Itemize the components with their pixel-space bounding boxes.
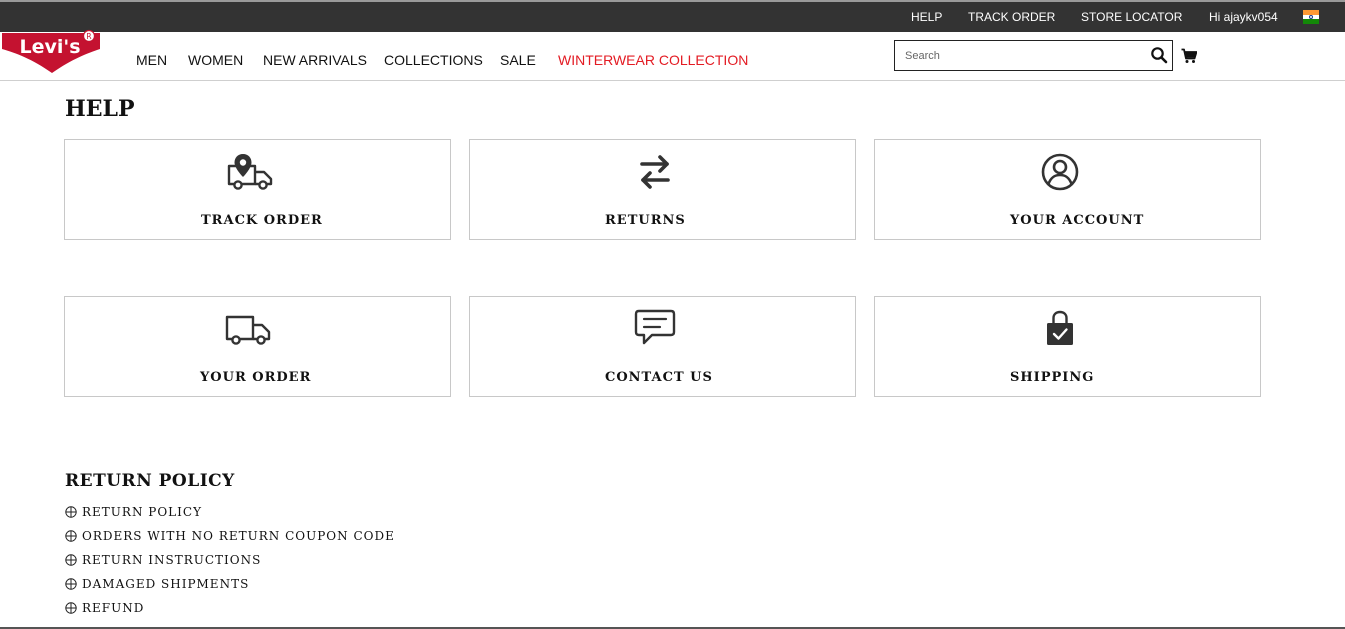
- help-card-your-order[interactable]: YOUR ORDER: [64, 296, 451, 397]
- nav-item-men[interactable]: MEN: [136, 44, 167, 76]
- expand-plus-icon: [65, 602, 77, 614]
- policy-item-label: REFUND: [82, 601, 145, 615]
- logo-text: Levi's: [19, 36, 80, 58]
- india-flag-icon[interactable]: [1303, 10, 1319, 24]
- policy-item-label: ORDERS WITH NO RETURN COUPON CODE: [82, 529, 395, 543]
- expand-plus-icon: [65, 554, 77, 566]
- utility-link-help[interactable]: HELP: [911, 2, 942, 32]
- card-label: RETURNS: [605, 213, 686, 228]
- page-title: HELP: [65, 96, 135, 122]
- policy-item-label: RETURN POLICY: [82, 505, 202, 519]
- nav-item-winterwear-collection[interactable]: WINTERWEAR COLLECTION: [558, 44, 748, 76]
- help-card-your-account[interactable]: YOUR ACCOUNT: [874, 139, 1261, 240]
- expand-plus-icon: [65, 530, 77, 542]
- shopping-bag-check-icon: [1047, 310, 1073, 345]
- shopping-cart-icon[interactable]: [1181, 48, 1197, 64]
- policy-item-return-instructions[interactable]: RETURN INSTRUCTIONS: [65, 551, 261, 569]
- policy-item-return-policy[interactable]: RETURN POLICY: [65, 503, 202, 521]
- expand-plus-icon: [65, 578, 77, 590]
- registered-mark: R: [86, 32, 91, 41]
- expand-plus-icon: [65, 506, 77, 518]
- card-label: YOUR ORDER: [200, 370, 312, 385]
- utility-link-store-locator[interactable]: STORE LOCATOR: [1081, 2, 1182, 32]
- policy-item-label: RETURN INSTRUCTIONS: [82, 553, 262, 567]
- nav-item-women[interactable]: WOMEN: [188, 44, 243, 76]
- help-card-returns[interactable]: RETURNS: [469, 139, 856, 240]
- card-label: TRACK ORDER: [201, 213, 323, 228]
- nav-item-sale[interactable]: SALE: [500, 44, 536, 76]
- help-card-shipping[interactable]: SHIPPING: [874, 296, 1261, 397]
- card-label: SHIPPING: [1010, 370, 1095, 385]
- delivery-truck-icon: [225, 315, 271, 345]
- utility-link-track-order[interactable]: TRACK ORDER: [968, 2, 1055, 32]
- nav-item-new-arrivals[interactable]: NEW ARRIVALS: [263, 44, 367, 76]
- help-card-track-order[interactable]: TRACK ORDER: [64, 139, 451, 240]
- chat-bubble-icon: [634, 309, 676, 345]
- help-card-contact-us[interactable]: CONTACT US: [469, 296, 856, 397]
- search-icon[interactable]: [1149, 45, 1169, 65]
- card-label: YOUR ACCOUNT: [1010, 213, 1145, 228]
- user-circle-icon: [1041, 153, 1079, 191]
- truck-location-icon: [227, 154, 273, 190]
- user-greeting[interactable]: Hi ajaykv054: [1209, 2, 1278, 32]
- card-label: CONTACT US: [605, 370, 713, 385]
- nav-item-collections[interactable]: COLLECTIONS: [384, 44, 483, 76]
- policy-item-refund[interactable]: REFUND: [65, 599, 144, 617]
- brand-logo[interactable]: Levi's R: [0, 29, 104, 77]
- search-input[interactable]: [895, 41, 1143, 70]
- search-bar: [894, 40, 1173, 71]
- policy-item-no-return-coupon[interactable]: ORDERS WITH NO RETURN COUPON CODE: [65, 527, 395, 545]
- return-policy-title: RETURN POLICY: [65, 471, 235, 491]
- policy-item-label: DAMAGED SHIPMENTS: [82, 577, 250, 591]
- swap-arrows-icon: [640, 155, 670, 189]
- policy-item-damaged-shipments[interactable]: DAMAGED SHIPMENTS: [65, 575, 249, 593]
- utility-bar: HELP TRACK ORDER STORE LOCATOR Hi ajaykv…: [0, 2, 1345, 32]
